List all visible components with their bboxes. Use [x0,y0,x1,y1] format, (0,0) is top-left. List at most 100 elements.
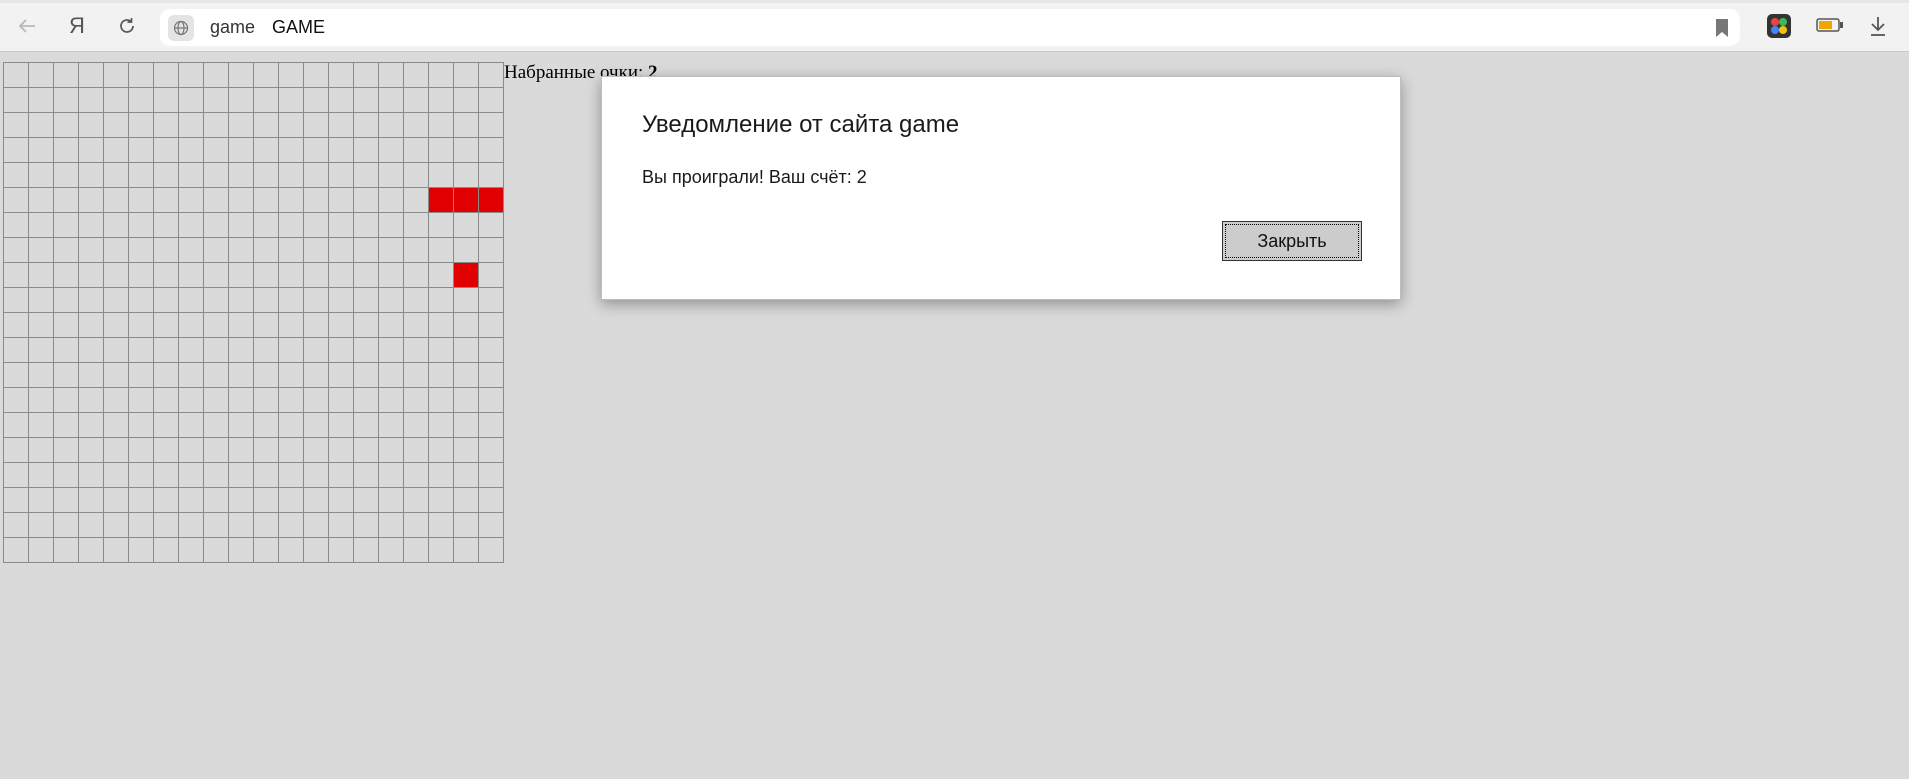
board-cell [29,363,54,388]
board-cell [229,438,254,463]
close-button[interactable]: Закрыть [1222,221,1362,261]
board-cell [254,313,279,338]
board-cell [154,313,179,338]
board-cell [404,313,429,338]
board-cell [379,388,404,413]
board-cell [4,463,29,488]
board-cell [229,463,254,488]
board-cell [354,213,379,238]
board-cell [304,163,329,188]
board-cell [454,163,479,188]
board-cell [454,288,479,313]
globe-icon[interactable] [168,15,194,41]
board-cell [329,263,354,288]
board-cell [379,313,404,338]
board-cell [329,188,354,213]
yandex-icon[interactable]: Я [62,11,92,41]
board-cell [254,213,279,238]
board-cell [129,138,154,163]
board-cell [29,88,54,113]
board-cell [79,488,104,513]
board-cell [4,388,29,413]
board-cell [179,388,204,413]
board-cell [429,363,454,388]
board-cell [54,313,79,338]
reload-icon[interactable] [112,11,142,41]
download-icon[interactable] [1868,15,1888,41]
board-cell [254,538,279,563]
page-title: GAME [272,17,326,37]
address-bar[interactable]: game GAME [160,9,1740,46]
board-cell [329,463,354,488]
board-cell [4,113,29,138]
board-cell [104,113,129,138]
board-cell [129,388,154,413]
board-cell [479,288,504,313]
board-cell [4,513,29,538]
board-cell [104,313,129,338]
board-cell [79,513,104,538]
board-cell [279,238,304,263]
board-cell [129,488,154,513]
bookmark-icon[interactable] [1714,18,1730,42]
board-cell [104,238,129,263]
tab-strip-edge [0,0,1909,3]
browser-toolbar: Я game GAME [0,0,1909,52]
board-cell [354,388,379,413]
board-cell [79,388,104,413]
board-cell [254,238,279,263]
board-cell [154,113,179,138]
board-cell [54,463,79,488]
board-cell [154,363,179,388]
board-cell [454,463,479,488]
board-cell [404,63,429,88]
board-cell [4,213,29,238]
back-arrow-icon[interactable] [12,11,42,41]
board-cell [204,138,229,163]
board-cell [404,513,429,538]
board-cell [229,338,254,363]
color-cube-icon[interactable] [1766,13,1792,43]
board-cell [329,363,354,388]
board-cell [29,63,54,88]
board-cell [254,263,279,288]
board-cell [79,63,104,88]
board-cell [429,213,454,238]
board-cell [179,363,204,388]
board-cell [454,88,479,113]
board-cell [29,388,54,413]
board-cell [304,313,329,338]
board-cell [229,63,254,88]
board-cell [354,438,379,463]
board-cell [379,213,404,238]
board-cell [429,313,454,338]
board-cell [129,188,154,213]
battery-icon[interactable] [1816,17,1844,37]
board-cell [104,138,129,163]
board-cell [179,338,204,363]
food-cell [454,263,479,288]
board-cell [79,338,104,363]
board-cell [279,213,304,238]
board-cell [429,263,454,288]
address-host[interactable]: game [210,17,255,38]
board-cell [279,88,304,113]
board-cell [354,113,379,138]
board-cell [154,288,179,313]
board-cell [54,388,79,413]
board-cell [429,488,454,513]
board-cell [104,213,129,238]
board-cell [279,463,304,488]
board-cell [304,538,329,563]
board-cell [29,213,54,238]
board-cell [54,413,79,438]
board-cell [229,213,254,238]
board-cell [404,88,429,113]
board-cell [229,88,254,113]
board-cell [154,63,179,88]
board-cell [404,188,429,213]
board-cell [229,263,254,288]
board-cell [179,513,204,538]
board-cell [354,263,379,288]
board-cell [454,413,479,438]
